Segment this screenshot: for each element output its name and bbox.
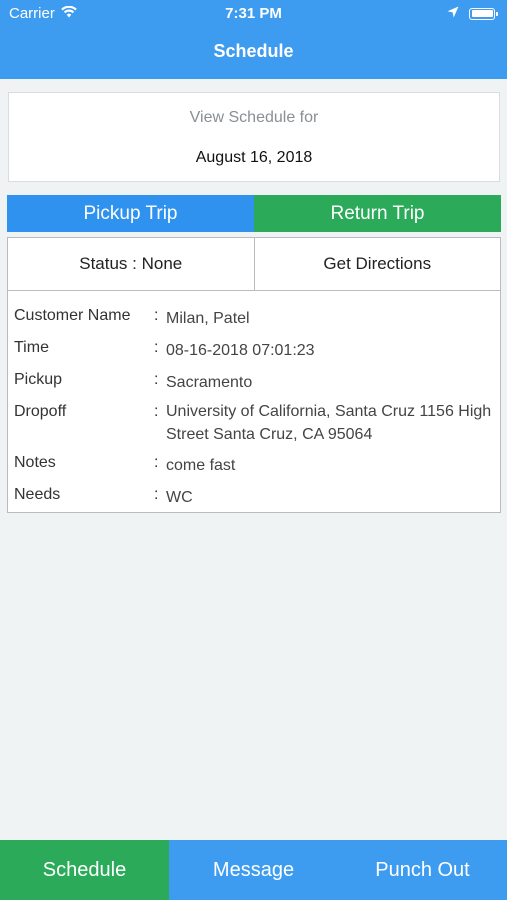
status-button[interactable]: Status : None	[8, 238, 254, 290]
detail-value: University of California, Santa Cruz 115…	[166, 403, 492, 443]
detail-value: come fast	[166, 457, 236, 474]
trip-actions: Status : None Get Directions	[8, 238, 500, 291]
bottom-tab-bar: Schedule Message Punch Out	[0, 840, 507, 900]
bottom-tab-schedule[interactable]: Schedule	[0, 840, 169, 900]
battery-icon	[469, 7, 498, 20]
detail-label: Dropoff	[14, 403, 67, 420]
bottom-tab-punch-out[interactable]: Punch Out	[338, 840, 507, 900]
schedule-date-picker[interactable]: View Schedule for August 16, 2018	[8, 92, 500, 182]
tab-pickup-trip[interactable]: Pickup Trip	[7, 195, 254, 232]
detail-label: Time	[14, 339, 49, 356]
status-time: 7:31 PM	[225, 5, 282, 22]
status-indicators	[447, 5, 498, 22]
detail-value: Sacramento	[166, 374, 253, 391]
bottom-tab-message[interactable]: Message	[169, 840, 338, 900]
detail-label: Customer Name	[14, 307, 131, 324]
trip-tabs: Pickup Trip Return Trip	[7, 195, 501, 232]
header: Carrier 7:31 PM Schedule	[0, 0, 507, 79]
detail-label: Pickup	[14, 371, 63, 388]
location-arrow-icon	[447, 5, 459, 22]
detail-value: Milan, Patel	[166, 310, 250, 327]
page-title: Schedule	[213, 41, 294, 61]
detail-label: Notes	[14, 454, 56, 471]
get-directions-button[interactable]: Get Directions	[253, 238, 501, 290]
detail-label: Needs	[14, 486, 61, 503]
tab-return-trip[interactable]: Return Trip	[254, 195, 501, 232]
selected-date[interactable]: August 16, 2018	[9, 149, 499, 167]
detail-value: WC	[166, 489, 193, 506]
date-picker-label: View Schedule for	[189, 109, 319, 126]
detail-value: 08-16-2018 07:01:23	[166, 342, 315, 359]
trip-details-card: Status : None Get Directions Customer Na…	[7, 237, 501, 513]
status-bar: Carrier 7:31 PM	[0, 0, 507, 28]
